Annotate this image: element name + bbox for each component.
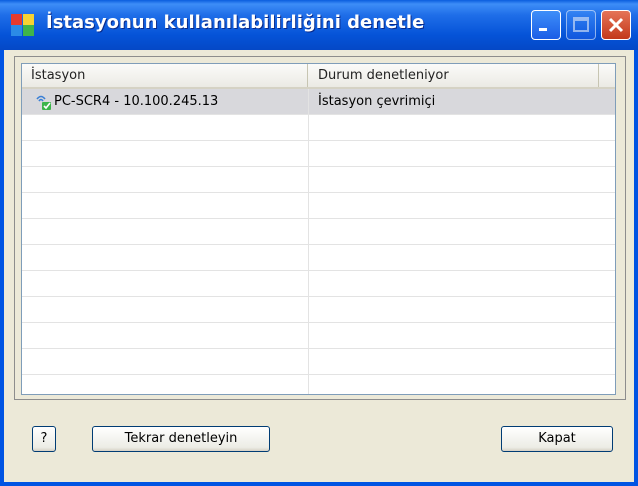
help-button[interactable]: ? [32, 426, 56, 452]
dialog-client-area: İstasyon Durum denetleniyor PC-SCR4 - 10… [4, 50, 634, 482]
minimize-icon [539, 28, 547, 31]
list-item [22, 375, 615, 394]
list-item [22, 115, 615, 141]
close-icon [608, 17, 624, 33]
station-name: PC-SCR4 - 10.100.245.13 [54, 94, 219, 109]
list-item [22, 323, 615, 349]
table-row[interactable]: PC-SCR4 - 10.100.245.13 İstasyon çevrimi… [22, 89, 615, 115]
list-item [22, 245, 615, 271]
station-status: İstasyon çevrimiçi [318, 94, 436, 109]
avg-app-icon [11, 14, 34, 36]
maximize-button[interactable] [566, 10, 596, 40]
minimize-button[interactable] [531, 10, 561, 40]
dialog-window: İstasyonun kullanılabilirliğini denetle … [0, 0, 638, 486]
retry-check-button[interactable]: Tekrar denetleyin [92, 426, 270, 452]
column-header-status[interactable]: Durum denetleniyor [309, 64, 599, 87]
close-button[interactable]: Kapat [501, 426, 613, 452]
column-divider [308, 89, 309, 394]
list-header: İstasyon Durum denetleniyor [22, 64, 615, 89]
list-item [22, 167, 615, 193]
column-header-station[interactable]: İstasyon [22, 64, 308, 87]
title-bar[interactable]: İstasyonun kullanılabilirliğini denetle [0, 0, 638, 50]
list-item [22, 193, 615, 219]
window-title: İstasyonun kullanılabilirliğini denetle [46, 12, 425, 33]
station-list[interactable]: İstasyon Durum denetleniyor PC-SCR4 - 10… [21, 63, 616, 395]
list-item [22, 219, 615, 245]
maximize-icon [573, 17, 589, 32]
close-window-button[interactable] [601, 10, 631, 40]
network-station-icon [36, 95, 51, 110]
list-item [22, 141, 615, 167]
list-item [22, 297, 615, 323]
list-item [22, 349, 615, 375]
list-item [22, 271, 615, 297]
